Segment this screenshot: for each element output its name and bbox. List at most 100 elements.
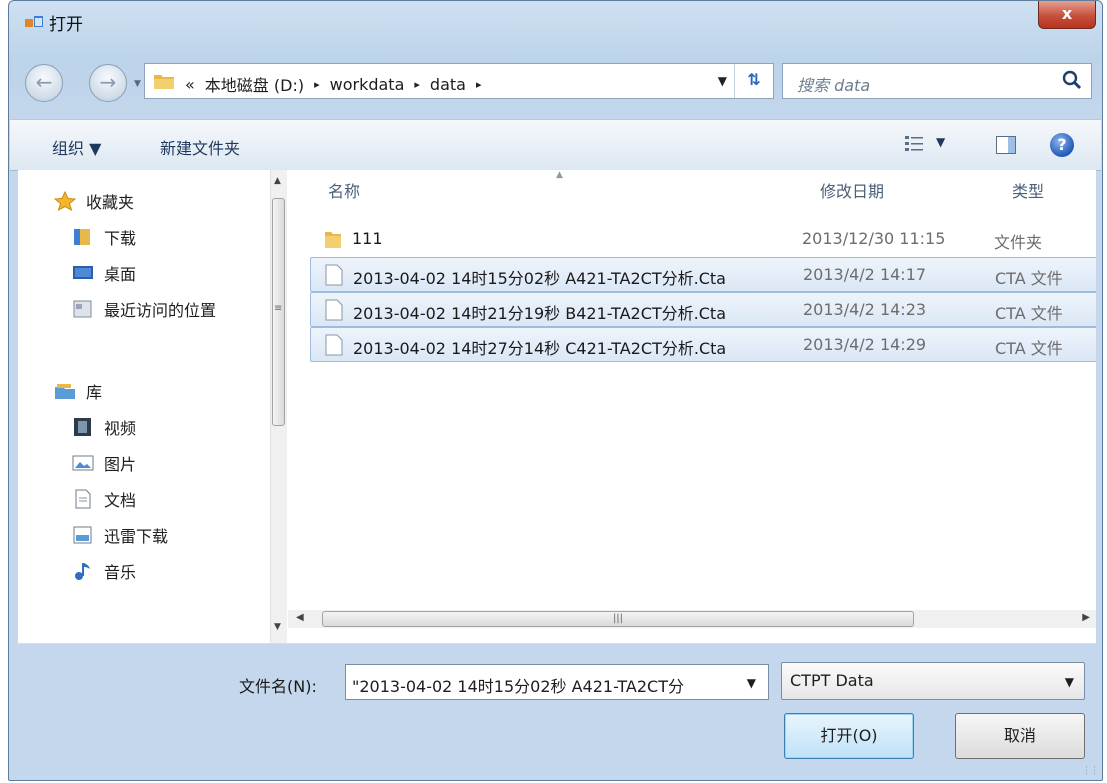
search-box[interactable]: 搜索 data (782, 63, 1092, 99)
address-dropdown-icon[interactable]: ▼ (718, 74, 727, 88)
file-name: 2013-04-02 14时27分14秒 C421-TA2CT分析.Cta (353, 339, 727, 358)
folder-icon (154, 75, 174, 89)
file-list-horizontal-scrollbar[interactable]: ◀ ||| ▶ (288, 610, 1096, 628)
file-type: CTA 文件 (995, 269, 1063, 288)
nav-item-documents[interactable]: 文档 (72, 484, 136, 514)
video-icon (74, 418, 91, 436)
file-name: 111 (352, 229, 383, 248)
file-type-dropdown-icon[interactable]: ▼ (1065, 675, 1074, 689)
file-row[interactable]: 111 2013/12/30 11:15 文件夹 (310, 222, 1096, 257)
nav-item-favorites[interactable]: 收藏夹 (54, 186, 134, 216)
nav-item-libraries[interactable]: 库 (54, 376, 102, 406)
scroll-thumb[interactable]: ||| (322, 611, 914, 627)
pictures-icon (72, 455, 94, 471)
folder-icon (325, 232, 341, 248)
back-button[interactable]: ← (25, 64, 63, 102)
new-folder-button[interactable]: 新建文件夹 (160, 135, 240, 159)
breadcrumb-drive[interactable]: 本地磁盘 (D:) (205, 72, 304, 96)
filename-dropdown-icon[interactable]: ▼ (747, 676, 756, 690)
breadcrumb-separator-icon[interactable]: ▸ (414, 78, 420, 91)
close-button[interactable]: x (1038, 1, 1096, 29)
file-list: ▲ 名称 修改日期 类型 111 2013/12/30 11:15 文件夹 20… (288, 170, 1096, 610)
preview-pane-icon[interactable] (995, 134, 1017, 156)
nav-item-thunder-downloads[interactable]: 迅雷下载 (72, 520, 168, 550)
forward-arrow-icon: → (99, 70, 117, 94)
app-window-icon (25, 16, 43, 27)
breadcrumb-overflow[interactable]: « (185, 75, 195, 94)
file-icon (325, 264, 343, 286)
breadcrumb-data[interactable]: data (430, 75, 466, 94)
nav-item-music[interactable]: 音乐 (72, 556, 136, 586)
navigation-pane: 收藏夹 下载 桌面 最近访问的位置 库 视频 图片 文档 迅雷下载 音乐 (18, 170, 268, 643)
organize-menu[interactable]: 组织 ▼ (52, 135, 101, 159)
search-icon[interactable] (1061, 69, 1083, 91)
breadcrumb-separator-icon[interactable]: ▸ (314, 78, 320, 91)
window-title: 打开 (49, 15, 83, 35)
scroll-right-icon[interactable]: ▶ (1082, 612, 1090, 623)
recent-places-icon (73, 300, 92, 318)
open-button[interactable]: 打开(O) (784, 713, 914, 759)
file-row[interactable]: 2013-04-02 14时15分02秒 A421-TA2CT分析.Cta 20… (310, 257, 1096, 292)
title-bar[interactable]: 打开 x (9, 1, 1102, 45)
nav-item-label: 库 (86, 383, 103, 402)
music-icon (75, 563, 90, 580)
column-header-type[interactable]: 类型 (1012, 178, 1044, 202)
filename-input[interactable]: "2013-04-02 14时15分02秒 A421-TA2CT分 (352, 673, 732, 697)
breadcrumb: « 本地磁盘 (D:) ▸ workdata ▸ data ▸ (185, 72, 492, 96)
breadcrumb-separator-icon[interactable]: ▸ (476, 78, 482, 91)
nav-item-desktop[interactable]: 桌面 (72, 258, 136, 288)
column-header-date[interactable]: 修改日期 (820, 178, 884, 202)
column-header-name[interactable]: 名称 (328, 178, 360, 202)
nav-item-label: 迅雷下载 (104, 527, 169, 546)
resize-grip-icon[interactable]: ⋮⋮ (1082, 766, 1099, 776)
scroll-grip-icon: ≡ (274, 303, 283, 314)
file-row[interactable]: 2013-04-02 14时21分19秒 B421-TA2CT分析.Cta 20… (310, 292, 1096, 327)
file-date: 2013/12/30 11:15 (802, 229, 946, 248)
address-bar[interactable]: « 本地磁盘 (D:) ▸ workdata ▸ data ▸ ▼ ⇅ (144, 63, 774, 99)
file-type-value: CTPT Data (790, 671, 874, 690)
library-icon (55, 384, 75, 399)
downloads-folder-icon (74, 229, 90, 245)
nav-item-label: 音乐 (104, 563, 137, 582)
file-type-select[interactable]: CTPT Data ▼ (781, 662, 1085, 700)
nav-item-label: 图片 (104, 455, 137, 474)
nav-item-label: 视频 (104, 419, 137, 438)
content-area: 收藏夹 下载 桌面 最近访问的位置 库 视频 图片 文档 迅雷下载 音乐 ▲ ≡… (18, 170, 1096, 644)
file-name: 2013-04-02 14时21分19秒 B421-TA2CT分析.Cta (353, 304, 726, 323)
file-date: 2013/4/2 14:17 (803, 265, 927, 284)
file-name: 2013-04-02 14时15分02秒 A421-TA2CT分析.Cta (353, 269, 726, 288)
nav-item-label: 收藏夹 (86, 193, 135, 212)
breadcrumb-workdata[interactable]: workdata (330, 75, 405, 94)
view-dropdown-icon[interactable]: ▼ (936, 135, 945, 149)
file-row[interactable]: 2013-04-02 14时27分14秒 C421-TA2CT分析.Cta 20… (310, 327, 1096, 362)
recent-locations-dropdown-icon[interactable]: ▼ (134, 79, 141, 89)
cancel-button[interactable]: 取消 (955, 713, 1085, 759)
nav-item-label: 下载 (104, 229, 137, 248)
change-view-icon[interactable] (903, 133, 925, 155)
nav-item-downloads[interactable]: 下载 (72, 222, 136, 252)
scroll-up-icon[interactable]: ▲ (274, 176, 281, 186)
help-icon[interactable]: ? (1050, 133, 1074, 157)
refresh-button[interactable]: ⇅ (734, 64, 773, 98)
back-arrow-icon: ← (35, 70, 53, 94)
scroll-down-icon[interactable]: ▼ (274, 622, 281, 632)
refresh-icon: ⇅ (747, 70, 761, 89)
scroll-left-icon[interactable]: ◀ (296, 612, 304, 623)
search-input[interactable]: 搜索 data (797, 72, 870, 96)
forward-button[interactable]: → (89, 64, 127, 102)
file-date: 2013/4/2 14:23 (803, 300, 927, 319)
command-bar: 组织 ▼ 新建文件夹 ▼ ? (10, 119, 1101, 171)
filename-combobox[interactable]: "2013-04-02 14时15分02秒 A421-TA2CT分 ▼ (345, 664, 769, 700)
file-type: 文件夹 (994, 233, 1043, 252)
nav-item-pictures[interactable]: 图片 (72, 448, 136, 478)
nav-item-videos[interactable]: 视频 (72, 412, 136, 442)
nav-vertical-scrollbar[interactable]: ▲ ≡ ▼ (270, 170, 287, 643)
file-icon (325, 299, 343, 321)
filename-label: 文件名(N): (239, 677, 317, 696)
file-type: CTA 文件 (995, 339, 1063, 358)
nav-item-label: 最近访问的位置 (104, 301, 217, 320)
nav-item-recent-places[interactable]: 最近访问的位置 (72, 294, 216, 324)
star-icon (54, 191, 76, 211)
file-icon (325, 334, 343, 356)
documents-icon (75, 489, 91, 509)
